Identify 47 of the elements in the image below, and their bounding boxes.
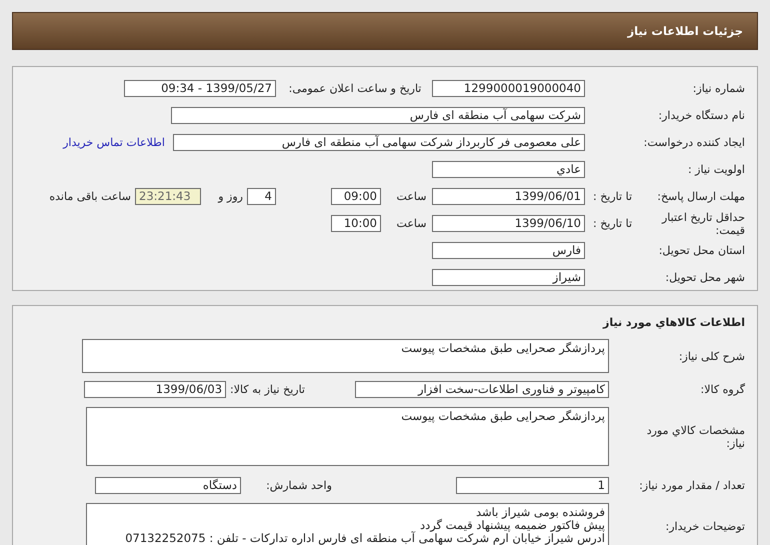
countdown-field: 23:21:43 — [135, 188, 201, 205]
text-line: پردازشگر صحرایی طبق مشخصات پیوست — [400, 410, 605, 423]
text-line: پیش فاکتور ضمیمه پیشنهاد قیمت گردد — [418, 519, 605, 532]
field-sublabel: تا تاریخ : — [593, 190, 632, 203]
inline-label: ساعت باقی مانده — [49, 190, 131, 203]
value-field: کامپیوتر و فناوری اطلاعات-سخت افزار — [355, 381, 609, 398]
value-field: علی معصومی فر کاربرداز شرکت سهامی آب منطقه ای فارس — [173, 134, 585, 151]
value-field: 1299000019000040 — [432, 80, 585, 97]
text-line: ادرس شیراز خیابان ارم شرکت سهامی آب منطقه ای فارس اداره تدارکات - تلفن : 07132252075 — [124, 532, 605, 545]
field-label: مشخصات کالاي مورد نیاز: — [646, 424, 745, 450]
value-field: دستگاه — [95, 477, 241, 494]
field-label: استان محل تحویل: — [658, 244, 745, 257]
inline-label: تاریخ نیاز به کالا: — [230, 383, 305, 396]
inline-label: واحد شمارش: — [265, 479, 333, 492]
field-label: شرح کلی نیاز: — [678, 350, 745, 362]
field-label: توضیحات خریدار: — [666, 520, 745, 532]
field-label: شهر محل تحویل: — [665, 271, 745, 284]
value-field: شرکت سهامی آب منطقه ای فارس — [171, 107, 585, 124]
field-label: اولویت نیاز : — [688, 163, 745, 176]
inline-label: ساعت — [396, 217, 428, 230]
value-field: 1 — [456, 477, 609, 494]
field-label: تعداد / مقدار مورد نیاز: — [639, 479, 745, 492]
text-line: فروشنده بومی شیراز باشد — [475, 506, 605, 519]
value-field: 1399/06/01 — [432, 188, 585, 205]
inline-label: روز و — [220, 190, 243, 203]
section-title: اطلاعات کالاهاي مورد نیاز — [602, 315, 746, 331]
inline-label: ساعت — [396, 190, 428, 203]
field-label: حداقل تاریخ اعتبار قیمت: — [660, 210, 745, 236]
field-label: شماره نیاز: — [692, 82, 745, 95]
value-field: 10:00 — [331, 215, 381, 232]
value-field: 1399/05/27 - 09:34 — [124, 80, 276, 97]
buyer-contact-link[interactable]: اطلاعات تماس خریدار — [63, 136, 165, 149]
field-sublabel: تا تاریخ : — [593, 217, 632, 230]
value-field: فارس — [432, 242, 585, 259]
field-label: مهلت ارسال پاسخ: — [657, 190, 745, 203]
value-field: 09:00 — [331, 188, 381, 205]
value-field: 4 — [247, 188, 276, 205]
text-line: پردازشگر صحرایی طبق مشخصات پیوست — [400, 342, 605, 355]
field-label: گروه کالا: — [700, 383, 745, 396]
field-label: ایجاد کننده درخواست: — [644, 136, 745, 149]
value-field: 1399/06/10 — [432, 215, 585, 232]
value-field: 1399/06/03 — [84, 381, 226, 398]
field-label: نام دستگاه خریدار: — [658, 109, 745, 122]
value-field: شیراز — [432, 269, 585, 286]
inline-label: تاریخ و ساعت اعلان عمومی: — [288, 82, 422, 95]
page-title: جزئیات اطلاعات نیاز — [627, 24, 743, 38]
value-field: عادي — [432, 161, 585, 178]
